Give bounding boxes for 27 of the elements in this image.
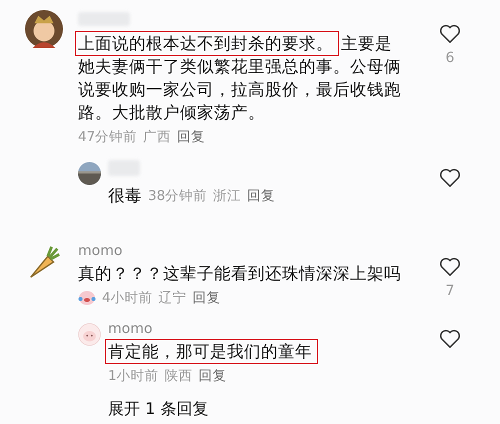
comment-text: 肯定能，那可是我们的童年 xyxy=(108,340,438,363)
comment-location: 辽宁 xyxy=(158,289,187,307)
comment-location: 陕西 xyxy=(164,367,193,385)
comment-location: 广西 xyxy=(143,128,172,146)
reply-link[interactable]: 回复 xyxy=(192,289,221,307)
like-icon[interactable] xyxy=(439,329,461,349)
comment-location: 浙江 xyxy=(213,186,242,204)
avatar[interactable] xyxy=(78,162,101,185)
expand-replies-link[interactable]: 展开 1 条回复 xyxy=(108,399,208,420)
comment-time: 1小时前 xyxy=(108,367,159,385)
like-icon[interactable] xyxy=(439,168,461,188)
avatar[interactable] xyxy=(25,10,63,48)
comment-text: 很毒 xyxy=(108,185,142,207)
comment-text: 真的？？？这辈子能看到还珠情深深上架吗 xyxy=(78,263,402,285)
reply-link[interactable]: 回复 xyxy=(198,367,227,385)
comment-time: 47分钟前 xyxy=(78,128,138,146)
reply-link[interactable]: 回复 xyxy=(247,186,276,204)
comment-text: 上面说的根本达不到封杀的要求。 主要是她夫妻俩干了类似繁花里强总的事。公母俩说要收购一家公司，拉高股价，最后收钱跑路。大批散户倾家荡产。 xyxy=(78,32,408,124)
username[interactable]: momo xyxy=(108,321,152,337)
comment-time: 38分钟前 xyxy=(148,186,208,204)
like-count: 6 xyxy=(446,50,454,66)
like-icon[interactable] xyxy=(439,24,461,44)
comment-time: 4小时前 xyxy=(102,289,153,307)
like-count: 7 xyxy=(446,283,454,299)
reply-link[interactable]: 回复 xyxy=(177,128,206,146)
username[interactable]: momo xyxy=(78,243,122,259)
like-icon[interactable] xyxy=(439,257,461,277)
